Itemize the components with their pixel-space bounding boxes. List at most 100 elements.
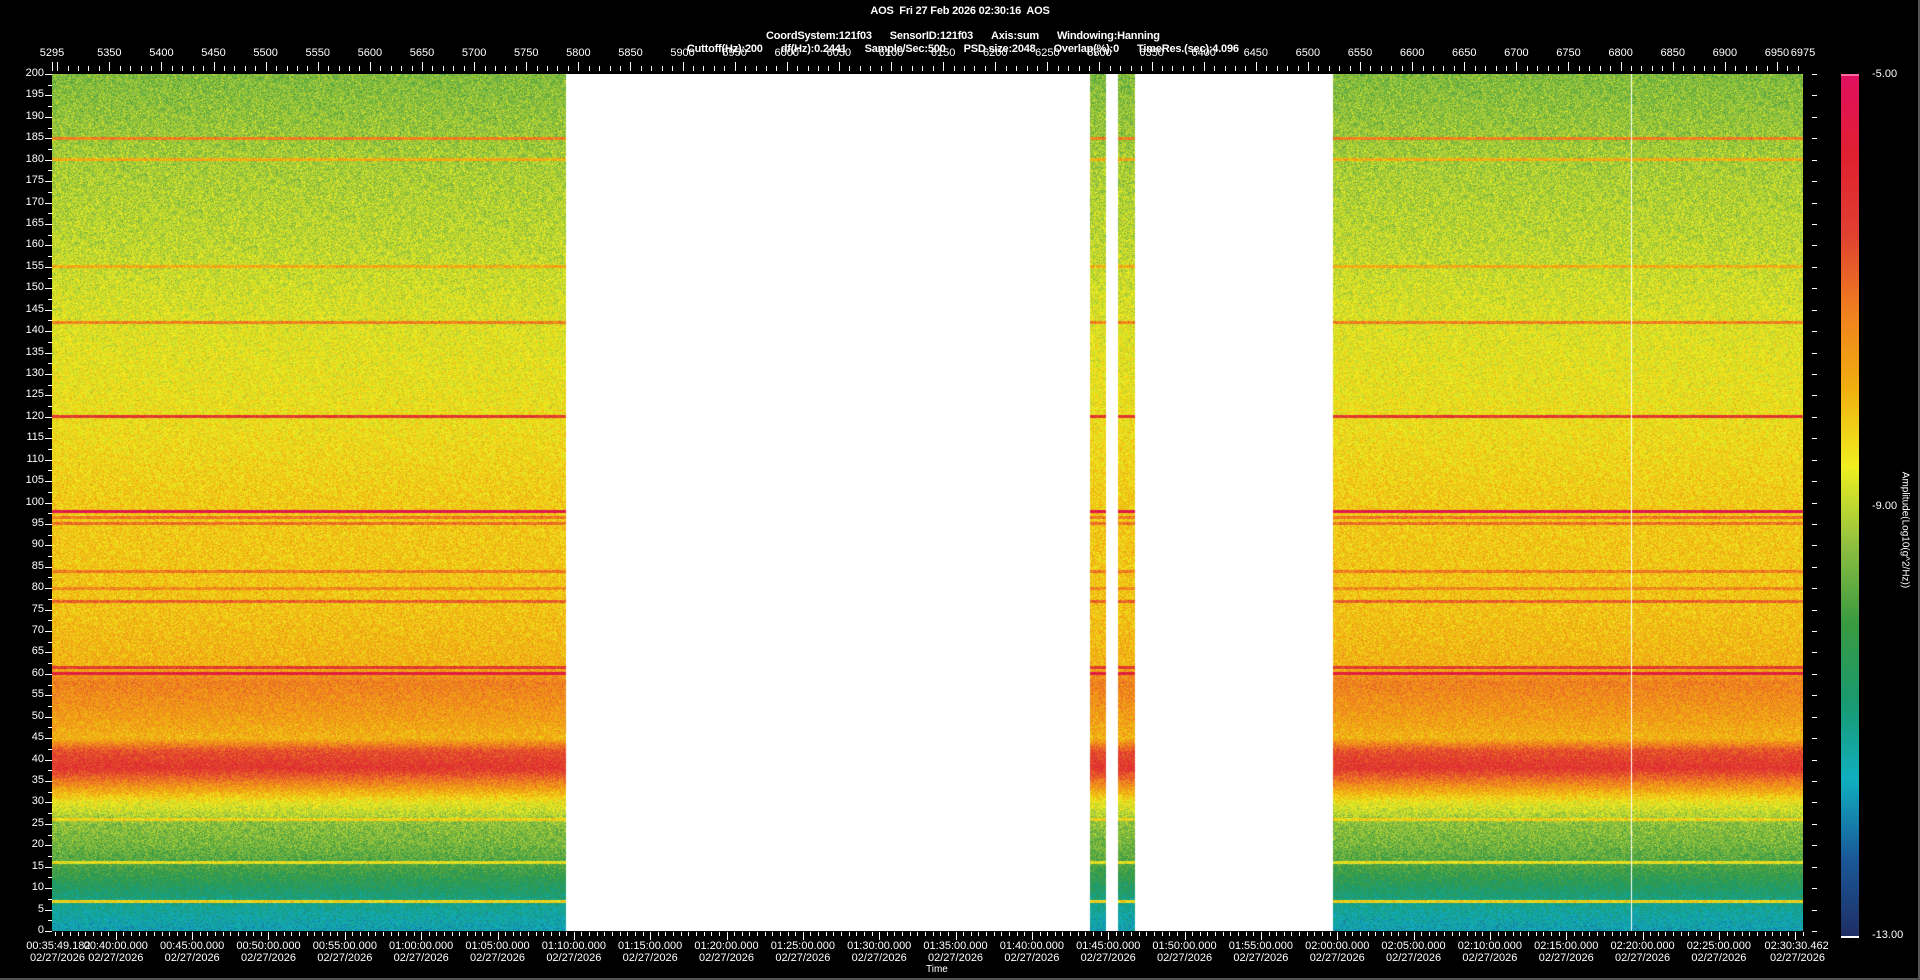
y-axis-tick: [45, 245, 52, 246]
x-axis-tick: [596, 932, 598, 936]
top-axis-minor-tick: [765, 66, 767, 71]
x-axis-date-label: 02/27/2026: [546, 952, 602, 964]
y-axis-right-tick: [1812, 417, 1817, 418]
y-axis-right-tick: [1812, 888, 1817, 889]
top-axis-label: 5750: [513, 47, 539, 59]
x-axis-tick: [1329, 932, 1331, 936]
x-axis-date-label: 02/27/2026: [1769, 952, 1826, 964]
top-axis-minor-tick: [1610, 66, 1612, 71]
y-axis-tick: [45, 802, 52, 803]
x-axis-tick: [940, 932, 942, 936]
y-axis-tick: [45, 267, 52, 268]
top-axis-minor-tick: [880, 66, 882, 71]
x-axis-tick: [1711, 932, 1713, 936]
top-axis-minor-tick: [1380, 66, 1382, 71]
x-axis-tick: [108, 932, 110, 936]
top-axis-minor-tick: [1537, 66, 1539, 71]
x-axis-tick: [1199, 932, 1201, 936]
y-axis-tick: [48, 599, 52, 600]
top-axis-minor-tick: [1693, 66, 1695, 71]
x-axis-time-label: 01:35:00.000: [923, 940, 988, 952]
x-axis-tick: [902, 932, 904, 936]
x-axis-time-label: 01:50:00.000: [1152, 940, 1217, 952]
x-axis-time-label: 02:30:30.462: [1764, 940, 1829, 952]
x-axis-tick: [726, 932, 728, 940]
x-axis-tick: [535, 932, 537, 936]
top-axis-minor-tick: [807, 66, 809, 71]
top-axis-minor-tick: [1745, 66, 1747, 71]
top-axis-minor-tick: [422, 62, 423, 71]
x-axis-tick: [123, 932, 125, 936]
x-axis-tick: [1428, 932, 1430, 936]
x-axis-tick: [237, 932, 239, 936]
top-axis-minor-tick: [953, 66, 955, 71]
y-axis-right-tick: [1812, 310, 1817, 311]
x-axis-tick: [1245, 932, 1247, 936]
top-axis-minor-tick: [1620, 62, 1622, 71]
x-axis-tick: [1352, 932, 1354, 936]
x-axis-tick: [1589, 932, 1591, 936]
top-axis-minor-tick: [369, 62, 371, 71]
top-axis-label: 6400: [1191, 47, 1216, 59]
x-axis-tick: [352, 932, 354, 936]
top-axis-minor-tick: [401, 66, 403, 71]
top-axis-minor-tick: [1089, 66, 1091, 71]
x-axis-tick: [1260, 932, 1262, 940]
top-axis-minor-tick: [1547, 66, 1549, 71]
x-axis-tick: [657, 932, 659, 936]
top-axis-minor-tick: [672, 66, 674, 71]
y-axis-right-tick: [1812, 438, 1817, 439]
top-axis-minor-tick: [849, 66, 851, 71]
top-axis-label: 6850: [1660, 47, 1685, 59]
top-axis-minor-tick: [661, 66, 663, 71]
top-axis-minor-tick: [1756, 66, 1758, 71]
y-axis-label: 165: [25, 216, 44, 229]
x-axis-tick: [909, 932, 911, 936]
top-axis-label: 6300: [1087, 47, 1112, 59]
top-axis-label: 5400: [149, 47, 174, 59]
y-axis-label: 10: [31, 881, 44, 894]
top-axis-minor-tick: [1203, 62, 1205, 71]
top-axis-minor-tick: [453, 66, 455, 71]
top-axis-minor-tick: [932, 66, 934, 71]
y-axis-tick: [48, 342, 52, 343]
top-axis-minor-tick: [307, 66, 309, 71]
x-axis-tick: [1184, 932, 1186, 940]
title-line: AOS Fri 27 Feb 2026 02:30:16 AOS: [870, 5, 1050, 17]
x-axis-time-label: 02:25:00.000: [1686, 940, 1752, 952]
top-axis-minor-tick: [1141, 66, 1143, 71]
x-axis-tick: [1062, 932, 1064, 936]
x-axis-tick: [711, 932, 713, 936]
x-axis-date-label: 02/27/2026: [1691, 952, 1747, 964]
top-axis-minor-tick: [943, 62, 945, 71]
x-axis-tick: [1596, 932, 1598, 936]
colorbar-max-label: -5.00: [1872, 68, 1898, 80]
x-axis-tick: [1741, 932, 1743, 936]
y-axis-tick: [45, 417, 52, 418]
top-axis-label: 6000: [774, 47, 800, 59]
x-axis-time-label: 01:10:00.000: [541, 940, 606, 952]
y-axis-tick: [45, 203, 52, 204]
top-axis-label: 5550: [305, 47, 331, 59]
x-axis-tick: [1436, 932, 1438, 936]
x-axis-tick: [1558, 932, 1560, 936]
x-axis-tick: [1466, 932, 1468, 936]
x-axis-tick: [1207, 932, 1209, 936]
y-axis-tick: [48, 663, 52, 664]
x-axis-time-label: 01:55:00.000: [1228, 940, 1293, 952]
y-axis-tick: [48, 320, 52, 321]
x-axis-tick: [85, 932, 87, 936]
x-axis-tick: [268, 932, 270, 940]
x-axis-tick: [405, 932, 407, 936]
top-axis-label: 6700: [1504, 47, 1529, 59]
x-axis-tick: [863, 932, 865, 936]
top-axis-minor-tick: [119, 66, 121, 71]
spectrogram-plot[interactable]: [52, 74, 1803, 931]
x-axis-tick: [1337, 932, 1339, 940]
x-axis-time-label: 01:25:00.000: [770, 940, 835, 952]
top-axis-minor-tick: [776, 66, 778, 71]
top-axis-minor-tick: [1349, 66, 1351, 71]
x-axis-tick: [1222, 932, 1224, 936]
x-axis-tick: [955, 932, 957, 940]
y-axis-tick: [45, 438, 52, 439]
